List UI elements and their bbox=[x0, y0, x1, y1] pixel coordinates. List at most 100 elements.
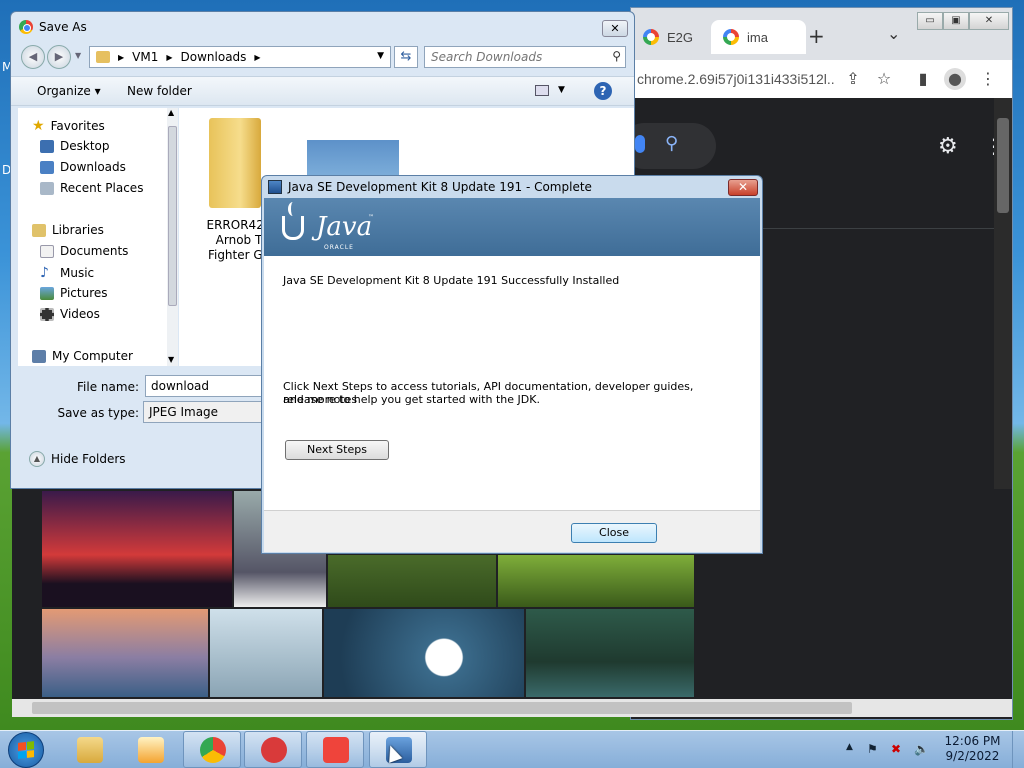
search-input[interactable] bbox=[425, 47, 595, 67]
recent-places-icon bbox=[40, 181, 54, 195]
tab-search-button[interactable]: ⌄ bbox=[887, 24, 900, 43]
view-dropdown-icon[interactable]: ▼ bbox=[558, 85, 565, 95]
mic-icon[interactable] bbox=[635, 135, 645, 153]
close-dialog-button[interactable]: Close bbox=[571, 523, 657, 543]
nav-label: Music bbox=[60, 266, 95, 280]
search-icon[interactable]: ⚲ bbox=[612, 49, 621, 63]
close-button[interactable]: ✕ bbox=[602, 20, 628, 37]
volume-icon[interactable]: 🔈 bbox=[914, 742, 929, 756]
search-field[interactable]: ⚲ bbox=[424, 46, 626, 68]
chrome-tab-active[interactable]: ima bbox=[711, 20, 806, 54]
scrollbar-thumb[interactable] bbox=[168, 126, 177, 306]
network-icon[interactable]: ✖ bbox=[891, 742, 901, 756]
taskbar-app[interactable] bbox=[244, 731, 302, 768]
folder-icon bbox=[77, 737, 103, 763]
breadcrumb-item[interactable]: Downloads bbox=[181, 50, 247, 64]
kebab-menu-icon[interactable]: ⋮ bbox=[977, 68, 999, 90]
show-desktop-button[interactable] bbox=[1012, 731, 1024, 768]
close-button[interactable]: ✕ bbox=[969, 12, 1009, 30]
nav-favorites[interactable]: ★ Favorites bbox=[32, 118, 105, 134]
nav-my-computer[interactable]: My Computer bbox=[32, 349, 133, 363]
nav-scrollbar[interactable]: ▲ ▼ bbox=[167, 108, 178, 366]
recent-pages-dropdown-icon[interactable]: ▼ bbox=[75, 51, 81, 60]
nav-label: Libraries bbox=[52, 223, 104, 237]
chrome-tab[interactable]: E2G bbox=[631, 20, 701, 54]
image-result[interactable] bbox=[498, 555, 694, 607]
share-icon[interactable]: ⇪ bbox=[842, 68, 864, 90]
save-as-type-label: Save as type: bbox=[57, 406, 139, 420]
help-icon[interactable]: ? bbox=[594, 82, 612, 100]
documents-icon bbox=[40, 244, 54, 258]
videos-icon bbox=[40, 307, 54, 321]
breadcrumb-item[interactable]: VM1 bbox=[132, 50, 158, 64]
file-name-input[interactable]: download bbox=[145, 375, 265, 397]
minimize-button[interactable]: ▭ bbox=[917, 12, 943, 30]
breadcrumb-separator-icon[interactable]: ▶ bbox=[254, 53, 260, 62]
nav-item-documents[interactable]: Documents bbox=[40, 244, 128, 258]
taskbar-chrome[interactable] bbox=[183, 731, 241, 768]
breadcrumb-separator-icon[interactable]: ▶ bbox=[118, 53, 124, 62]
scroll-up-icon[interactable]: ▲ bbox=[168, 108, 174, 117]
new-folder-button[interactable]: New folder bbox=[127, 84, 192, 98]
nav-label: Desktop bbox=[60, 139, 110, 153]
taskbar-explorer[interactable] bbox=[60, 731, 118, 768]
image-result[interactable] bbox=[324, 609, 524, 697]
address-bar[interactable]: ▶ VM1 ▶ Downloads ▶ ▼ bbox=[89, 46, 391, 68]
dialog-title-bar: Save As bbox=[19, 20, 87, 34]
taskbar-anydesk[interactable] bbox=[306, 731, 364, 768]
image-file-thumbnail[interactable] bbox=[307, 140, 399, 180]
image-result[interactable] bbox=[526, 609, 694, 697]
taskbar-media-player[interactable] bbox=[121, 731, 179, 768]
chrome-tab-title: ima bbox=[747, 29, 768, 45]
nav-libraries[interactable]: Libraries bbox=[32, 223, 104, 237]
close-button[interactable]: ✕ bbox=[728, 179, 758, 196]
horizontal-scrollbar[interactable] bbox=[12, 699, 1012, 717]
gear-icon[interactable]: ⚙ bbox=[938, 134, 958, 159]
forward-button[interactable]: ▶ bbox=[47, 45, 71, 69]
new-tab-button[interactable]: + bbox=[808, 24, 825, 48]
nav-item-videos[interactable]: Videos bbox=[40, 307, 100, 321]
nav-item-downloads[interactable]: Downloads bbox=[40, 160, 126, 174]
search-icon[interactable]: ⚲ bbox=[665, 133, 678, 154]
scroll-down-icon[interactable]: ▼ bbox=[168, 355, 174, 364]
libraries-icon bbox=[32, 223, 46, 237]
chrome-tab-strip: E2G ima + ⌄ ▭ ▣ ✕ bbox=[631, 8, 1012, 60]
nav-item-desktop[interactable]: Desktop bbox=[40, 139, 110, 153]
clock-time: 12:06 PM bbox=[944, 734, 1001, 748]
image-result[interactable] bbox=[328, 555, 496, 607]
refresh-button[interactable]: ⇆ bbox=[394, 46, 418, 68]
back-button[interactable]: ◀ bbox=[21, 45, 45, 69]
java-wordmark: Java bbox=[316, 212, 373, 242]
side-panel-icon[interactable]: ▮ bbox=[912, 68, 934, 90]
scrollbar-thumb[interactable] bbox=[997, 118, 1009, 213]
address-dropdown-icon[interactable]: ▼ bbox=[377, 51, 384, 61]
show-hidden-icons-button[interactable]: ▲ bbox=[846, 742, 853, 752]
image-result[interactable] bbox=[210, 609, 322, 697]
action-center-icon[interactable]: ⚑ bbox=[867, 742, 878, 756]
hide-folders-button[interactable]: ▲ Hide Folders bbox=[29, 451, 126, 467]
star-icon[interactable]: ☆ bbox=[873, 68, 895, 90]
image-result[interactable] bbox=[42, 609, 208, 697]
success-message: Java SE Development Kit 8 Update 191 Suc… bbox=[283, 274, 620, 287]
start-button[interactable] bbox=[8, 732, 44, 768]
omnibox-url[interactable]: chrome.2.69i57j0i131i433i512l... bbox=[631, 64, 836, 94]
search-bar[interactable]: ⚲ bbox=[621, 123, 716, 169]
breadcrumb-separator-icon[interactable]: ▶ bbox=[166, 53, 172, 62]
oracle-wordmark: ORACLE bbox=[324, 244, 354, 251]
clock[interactable]: 12:06 PM 9/2/2022 bbox=[930, 734, 1015, 764]
desktop-icon bbox=[40, 139, 54, 153]
coffee-cup-icon bbox=[282, 216, 304, 240]
nav-item-pictures[interactable]: Pictures bbox=[40, 286, 108, 300]
nav-item-music[interactable]: ♪ Music bbox=[40, 265, 94, 281]
save-as-type-select[interactable]: JPEG Image bbox=[143, 401, 265, 423]
next-steps-button[interactable]: Next Steps bbox=[285, 440, 389, 460]
organize-button[interactable]: Organize ▾ bbox=[37, 84, 101, 98]
nav-item-recent-places[interactable]: Recent Places bbox=[40, 181, 143, 195]
computer-icon bbox=[32, 349, 46, 363]
scrollbar-thumb[interactable] bbox=[32, 702, 852, 714]
star-icon: ★ bbox=[32, 118, 45, 134]
profile-icon[interactable]: ● bbox=[944, 68, 966, 90]
image-result[interactable] bbox=[42, 491, 232, 607]
view-options-icon[interactable] bbox=[535, 85, 549, 96]
maximize-button[interactable]: ▣ bbox=[943, 12, 969, 30]
